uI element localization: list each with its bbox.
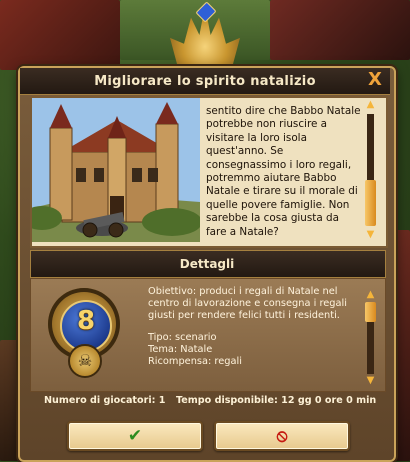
close-icon[interactable]: X [366,71,384,89]
scroll-up-icon[interactable]: ▲ [364,100,377,110]
skull-medal-icon: ☠ [68,344,102,378]
scroll-down-icon[interactable]: ▼ [364,230,377,240]
details-scrollbar[interactable]: ▲ ▼ [364,290,377,386]
background-building [0,0,120,70]
castle-image [32,98,200,242]
level-medal: 8 ☠ [46,288,124,384]
details-text: Obiettivo: produci i regali di Natale ne… [148,286,362,368]
theme-line: Tema: Natale [148,344,213,355]
type-line: Tipo: scenario [148,332,217,343]
castle-illustration [32,98,200,242]
forbidden-icon: ⦸ [276,426,288,446]
quest-stats: Numero di giocatori: 1 Tempo disponibile… [30,393,384,409]
time-available: Tempo disponibile: 12 gg 0 ore 0 min [176,395,377,406]
story-text: sentito dire che Babbo Natale potrebbe n… [206,105,361,238]
objective-text: Obiettivo: produci i regali di Natale ne… [148,286,347,321]
dialog-title: Migliorare lo spirito natalizio [94,74,316,89]
reward-line: Ricompensa: regali [148,356,242,367]
details-title: Dettagli [179,257,235,271]
story-scrollbar[interactable]: ▲ ▼ [364,100,377,240]
scrollbar-thumb[interactable] [365,302,376,322]
players-count: Numero di giocatori: 1 [44,395,166,406]
scroll-up-icon[interactable]: ▲ [364,290,377,300]
scroll-down-icon[interactable]: ▼ [364,376,377,386]
checkmark-icon: ✔ [127,426,143,446]
decline-button[interactable]: ⦸ [214,421,350,451]
scrollbar-thumb[interactable] [365,180,376,226]
level-number: 8 [76,306,96,336]
accept-button[interactable]: ✔ [67,421,203,451]
background-building [270,0,410,60]
